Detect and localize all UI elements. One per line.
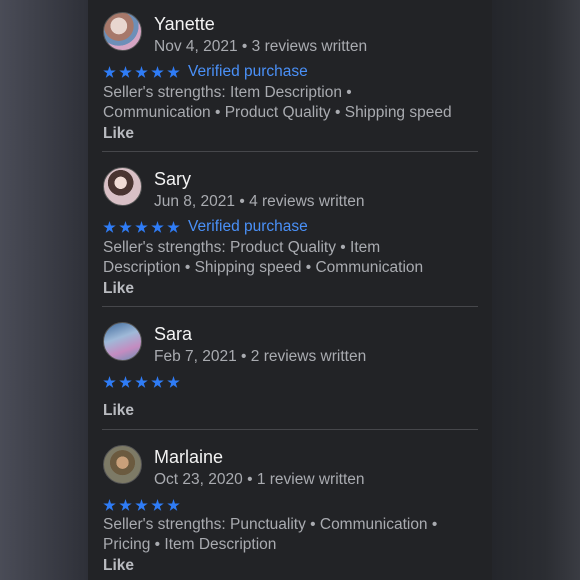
- reviewer-name[interactable]: Marlaine: [154, 447, 223, 468]
- seller-strengths: Seller's strengths: Item Description • Co…: [103, 84, 452, 121]
- star-icon: [135, 66, 148, 78]
- divider: [102, 429, 478, 430]
- star-icon: [103, 66, 116, 78]
- reviewer-name[interactable]: Sary: [154, 169, 191, 190]
- verified-purchase-label: Verified purchase: [188, 63, 308, 80]
- review-date: Jun 8, 2021: [154, 193, 236, 210]
- review-date: Nov 4, 2021: [154, 38, 238, 55]
- star-rating: [103, 66, 180, 79]
- avatar[interactable]: [103, 322, 142, 361]
- star-icon: [135, 376, 148, 388]
- reviews-written-count: 3 reviews written: [251, 38, 368, 55]
- star-icon: [167, 376, 180, 388]
- review-date: Feb 7, 2021: [154, 348, 237, 365]
- star-icon: [167, 66, 180, 78]
- avatar[interactable]: [103, 12, 142, 51]
- review-item: Marlaine Oct 23, 2020 • 1 review written…: [103, 445, 478, 580]
- review-meta: Oct 23, 2020 • 1 review written: [154, 471, 365, 489]
- star-icon: [151, 66, 164, 78]
- review-meta: Nov 4, 2021 • 3 reviews written: [154, 38, 367, 56]
- star-icon: [103, 499, 116, 511]
- background-left: [0, 0, 88, 580]
- divider: [102, 306, 478, 307]
- star-icon: [151, 376, 164, 388]
- verified-purchase-label: Verified purchase: [188, 218, 308, 235]
- star-icon: [119, 376, 132, 388]
- star-icon: [103, 221, 116, 233]
- star-icon: [103, 376, 116, 388]
- separator-dot: •: [241, 38, 252, 55]
- reviewer-name[interactable]: Sara: [154, 324, 192, 345]
- review-item: Sary Jun 8, 2021 • 4 reviews written Ver…: [103, 167, 478, 305]
- reviews-written-count: 1 review written: [256, 471, 365, 488]
- star-icon: [135, 221, 148, 233]
- separator-dot: •: [247, 471, 257, 488]
- avatar[interactable]: [103, 167, 142, 206]
- star-rating: [103, 221, 180, 234]
- divider: [102, 151, 478, 152]
- star-icon: [119, 221, 132, 233]
- star-icon: [119, 66, 132, 78]
- like-button[interactable]: Like: [103, 125, 134, 143]
- star-icon: [135, 499, 148, 511]
- star-icon: [151, 499, 164, 511]
- star-rating: [103, 376, 180, 389]
- star-icon: [119, 499, 132, 511]
- reviews-written-count: 2 reviews written: [250, 348, 367, 365]
- separator-dot: •: [239, 193, 250, 210]
- separator-dot: •: [241, 348, 251, 365]
- reviews-written-count: 4 reviews written: [249, 193, 365, 210]
- review-meta: Feb 7, 2021 • 2 reviews written: [154, 348, 366, 366]
- like-button[interactable]: Like: [103, 402, 134, 420]
- avatar[interactable]: [103, 445, 142, 484]
- seller-strengths: Seller's strengths: Punctuality • Commun…: [103, 516, 438, 553]
- review-date: Oct 23, 2020: [154, 471, 243, 488]
- star-icon: [167, 221, 180, 233]
- reviews-panel[interactable]: Yanette Nov 4, 2021 • 3 reviews written …: [88, 0, 492, 580]
- review-item: Yanette Nov 4, 2021 • 3 reviews written …: [103, 12, 478, 150]
- review-item: Sara Feb 7, 2021 • 2 reviews written Lik…: [103, 322, 478, 422]
- like-button[interactable]: Like: [103, 280, 134, 298]
- seller-strengths: Seller's strengths: Product Quality • It…: [103, 239, 424, 276]
- review-meta: Jun 8, 2021 • 4 reviews written: [154, 193, 365, 211]
- like-button[interactable]: Like: [103, 557, 134, 575]
- star-icon: [151, 221, 164, 233]
- star-icon: [167, 499, 180, 511]
- background-right: [492, 0, 580, 580]
- reviewer-name[interactable]: Yanette: [154, 14, 215, 35]
- star-rating: [103, 499, 180, 512]
